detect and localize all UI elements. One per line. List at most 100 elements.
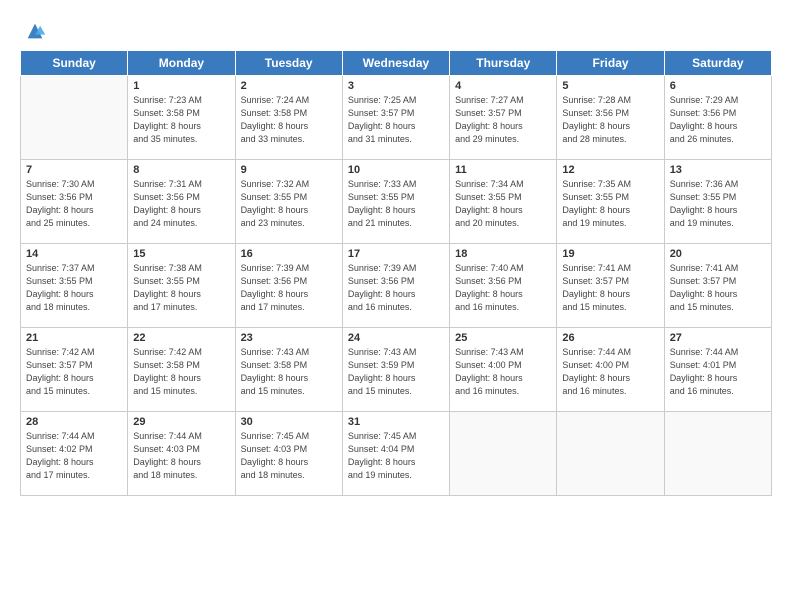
day-number: 4	[455, 80, 551, 92]
day-number: 3	[348, 80, 444, 92]
day-info: Sunrise: 7:23 AMSunset: 3:58 PMDaylight:…	[133, 94, 229, 146]
day-info: Sunrise: 7:25 AMSunset: 3:57 PMDaylight:…	[348, 94, 444, 146]
day-info: Sunrise: 7:43 AMSunset: 3:58 PMDaylight:…	[241, 346, 337, 398]
day-info: Sunrise: 7:33 AMSunset: 3:55 PMDaylight:…	[348, 178, 444, 230]
day-info: Sunrise: 7:35 AMSunset: 3:55 PMDaylight:…	[562, 178, 658, 230]
day-info: Sunrise: 7:32 AMSunset: 3:55 PMDaylight:…	[241, 178, 337, 230]
day-number: 7	[26, 164, 122, 176]
day-info: Sunrise: 7:30 AMSunset: 3:56 PMDaylight:…	[26, 178, 122, 230]
weekday-header-saturday: Saturday	[664, 51, 771, 76]
day-number: 27	[670, 332, 766, 344]
logo-icon	[24, 20, 46, 42]
day-info: Sunrise: 7:36 AMSunset: 3:55 PMDaylight:…	[670, 178, 766, 230]
weekday-header-thursday: Thursday	[450, 51, 557, 76]
day-number: 11	[455, 164, 551, 176]
calendar-cell: 15 Sunrise: 7:38 AMSunset: 3:55 PMDayligh…	[128, 244, 235, 328]
day-number: 9	[241, 164, 337, 176]
day-number: 20	[670, 248, 766, 260]
day-info: Sunrise: 7:44 AMSunset: 4:02 PMDaylight:…	[26, 430, 122, 482]
day-info: Sunrise: 7:38 AMSunset: 3:55 PMDaylight:…	[133, 262, 229, 314]
day-number: 2	[241, 80, 337, 92]
calendar-cell: 30 Sunrise: 7:45 AMSunset: 4:03 PMDayligh…	[235, 412, 342, 496]
calendar-cell: 27 Sunrise: 7:44 AMSunset: 4:01 PMDayligh…	[664, 328, 771, 412]
calendar-cell: 20 Sunrise: 7:41 AMSunset: 3:57 PMDayligh…	[664, 244, 771, 328]
day-number: 14	[26, 248, 122, 260]
calendar-cell: 25 Sunrise: 7:43 AMSunset: 4:00 PMDayligh…	[450, 328, 557, 412]
calendar-cell: 28 Sunrise: 7:44 AMSunset: 4:02 PMDayligh…	[21, 412, 128, 496]
day-info: Sunrise: 7:24 AMSunset: 3:58 PMDaylight:…	[241, 94, 337, 146]
day-info: Sunrise: 7:39 AMSunset: 3:56 PMDaylight:…	[241, 262, 337, 314]
day-number: 1	[133, 80, 229, 92]
day-number: 25	[455, 332, 551, 344]
calendar-cell: 9 Sunrise: 7:32 AMSunset: 3:55 PMDaylight…	[235, 160, 342, 244]
day-number: 21	[26, 332, 122, 344]
calendar-cell	[664, 412, 771, 496]
calendar-cell	[450, 412, 557, 496]
day-info: Sunrise: 7:45 AMSunset: 4:04 PMDaylight:…	[348, 430, 444, 482]
day-info: Sunrise: 7:31 AMSunset: 3:56 PMDaylight:…	[133, 178, 229, 230]
calendar-cell: 12 Sunrise: 7:35 AMSunset: 3:55 PMDayligh…	[557, 160, 664, 244]
day-info: Sunrise: 7:42 AMSunset: 3:58 PMDaylight:…	[133, 346, 229, 398]
day-number: 12	[562, 164, 658, 176]
day-info: Sunrise: 7:28 AMSunset: 3:56 PMDaylight:…	[562, 94, 658, 146]
calendar-cell: 18Sunrise: 7:40 AMSunset: 3:56 PMDayligh…	[450, 244, 557, 328]
calendar-cell: 26 Sunrise: 7:44 AMSunset: 4:00 PMDayligh…	[557, 328, 664, 412]
weekday-header-row: SundayMondayTuesdayWednesdayThursdayFrid…	[21, 51, 772, 76]
weekday-header-tuesday: Tuesday	[235, 51, 342, 76]
calendar-cell: 24 Sunrise: 7:43 AMSunset: 3:59 PMDayligh…	[342, 328, 449, 412]
calendar-week-row: 28 Sunrise: 7:44 AMSunset: 4:02 PMDayligh…	[21, 412, 772, 496]
day-number: 8	[133, 164, 229, 176]
day-number: 26	[562, 332, 658, 344]
day-info: Sunrise: 7:39 AMSunset: 3:56 PMDaylight:…	[348, 262, 444, 314]
calendar-cell: 19 Sunrise: 7:41 AMSunset: 3:57 PMDayligh…	[557, 244, 664, 328]
day-number: 31	[348, 416, 444, 428]
day-number: 23	[241, 332, 337, 344]
day-info: Sunrise: 7:43 AMSunset: 4:00 PMDaylight:…	[455, 346, 551, 398]
calendar-week-row: 1 Sunrise: 7:23 AMSunset: 3:58 PMDaylight…	[21, 76, 772, 160]
calendar-cell: 3 Sunrise: 7:25 AMSunset: 3:57 PMDaylight…	[342, 76, 449, 160]
day-info: Sunrise: 7:42 AMSunset: 3:57 PMDaylight:…	[26, 346, 122, 398]
day-info: Sunrise: 7:40 AMSunset: 3:56 PMDaylight:…	[455, 262, 551, 314]
calendar-week-row: 14Sunrise: 7:37 AMSunset: 3:55 PMDayligh…	[21, 244, 772, 328]
calendar-cell	[21, 76, 128, 160]
calendar-cell: 31 Sunrise: 7:45 AMSunset: 4:04 PMDayligh…	[342, 412, 449, 496]
calendar-cell: 2 Sunrise: 7:24 AMSunset: 3:58 PMDaylight…	[235, 76, 342, 160]
day-info: Sunrise: 7:44 AMSunset: 4:03 PMDaylight:…	[133, 430, 229, 482]
calendar-cell: 13 Sunrise: 7:36 AMSunset: 3:55 PMDayligh…	[664, 160, 771, 244]
day-info: Sunrise: 7:29 AMSunset: 3:56 PMDaylight:…	[670, 94, 766, 146]
day-info: Sunrise: 7:45 AMSunset: 4:03 PMDaylight:…	[241, 430, 337, 482]
day-info: Sunrise: 7:43 AMSunset: 3:59 PMDaylight:…	[348, 346, 444, 398]
calendar-cell: 16 Sunrise: 7:39 AMSunset: 3:56 PMDayligh…	[235, 244, 342, 328]
logo	[20, 22, 46, 42]
calendar-cell: 10Sunrise: 7:33 AMSunset: 3:55 PMDayligh…	[342, 160, 449, 244]
calendar-cell: 6 Sunrise: 7:29 AMSunset: 3:56 PMDaylight…	[664, 76, 771, 160]
weekday-header-sunday: Sunday	[21, 51, 128, 76]
day-number: 19	[562, 248, 658, 260]
calendar-cell: 5 Sunrise: 7:28 AMSunset: 3:56 PMDaylight…	[557, 76, 664, 160]
calendar-table: SundayMondayTuesdayWednesdayThursdayFrid…	[20, 50, 772, 496]
day-info: Sunrise: 7:41 AMSunset: 3:57 PMDaylight:…	[670, 262, 766, 314]
day-number: 16	[241, 248, 337, 260]
day-number: 5	[562, 80, 658, 92]
calendar-cell: 4 Sunrise: 7:27 AMSunset: 3:57 PMDaylight…	[450, 76, 557, 160]
calendar-week-row: 21 Sunrise: 7:42 AMSunset: 3:57 PMDayligh…	[21, 328, 772, 412]
day-number: 6	[670, 80, 766, 92]
calendar-cell: 22Sunrise: 7:42 AMSunset: 3:58 PMDayligh…	[128, 328, 235, 412]
calendar-cell: 17 Sunrise: 7:39 AMSunset: 3:56 PMDayligh…	[342, 244, 449, 328]
day-info: Sunrise: 7:27 AMSunset: 3:57 PMDaylight:…	[455, 94, 551, 146]
calendar-cell: 29 Sunrise: 7:44 AMSunset: 4:03 PMDayligh…	[128, 412, 235, 496]
weekday-header-friday: Friday	[557, 51, 664, 76]
day-info: Sunrise: 7:34 AMSunset: 3:55 PMDaylight:…	[455, 178, 551, 230]
day-number: 28	[26, 416, 122, 428]
day-info: Sunrise: 7:44 AMSunset: 4:01 PMDaylight:…	[670, 346, 766, 398]
day-number: 15	[133, 248, 229, 260]
calendar-week-row: 7 Sunrise: 7:30 AMSunset: 3:56 PMDaylight…	[21, 160, 772, 244]
day-number: 24	[348, 332, 444, 344]
day-number: 29	[133, 416, 229, 428]
day-number: 17	[348, 248, 444, 260]
day-info: Sunrise: 7:41 AMSunset: 3:57 PMDaylight:…	[562, 262, 658, 314]
calendar-cell	[557, 412, 664, 496]
day-number: 30	[241, 416, 337, 428]
day-number: 13	[670, 164, 766, 176]
day-info: Sunrise: 7:44 AMSunset: 4:00 PMDaylight:…	[562, 346, 658, 398]
